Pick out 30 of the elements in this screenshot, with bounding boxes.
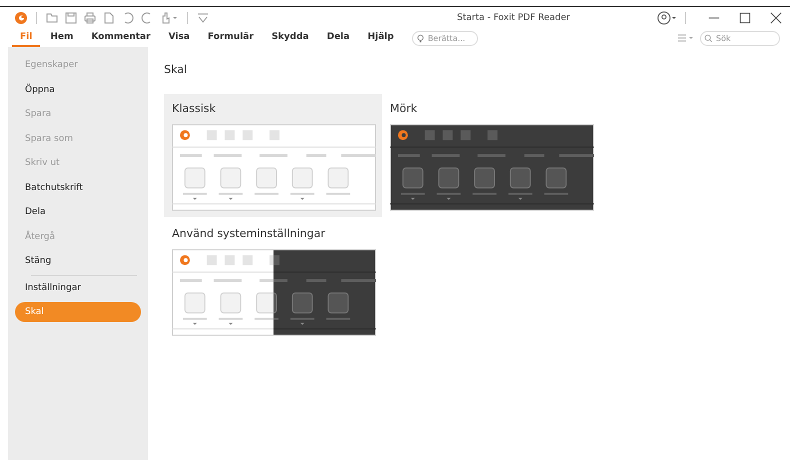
tell-me-field[interactable]: Berätta... — [412, 30, 478, 46]
lightbulb-icon — [416, 34, 425, 42]
theme-option[interactable]: Klassisk — [164, 94, 382, 217]
ribbon-tab[interactable]: Dela — [318, 30, 358, 46]
sidebar-item[interactable]: Batchutskrift — [15, 176, 141, 200]
folder-icon[interactable] — [45, 11, 59, 25]
app-logo-icon[interactable] — [14, 11, 28, 25]
close-icon[interactable] — [770, 12, 782, 24]
sidebar-item[interactable]: Stäng — [15, 249, 141, 274]
sidebar-item[interactable]: Dela — [15, 200, 141, 224]
ribbon-tab[interactable]: Skydda — [264, 30, 317, 46]
ribbon-tab[interactable]: Visa — [160, 30, 198, 46]
save-icon[interactable] — [64, 11, 78, 25]
ribbon-tab[interactable]: Hjälp — [360, 30, 402, 46]
theme-option[interactable]: Använd systeminställningar — [164, 219, 382, 342]
sidebar-item[interactable]: Inställningar — [15, 276, 141, 300]
account-icon[interactable] — [657, 11, 677, 25]
ribbon-tab[interactable]: Formulär — [200, 30, 262, 46]
window-title: Starta - Foxit PDF Reader — [456, 13, 572, 23]
ribbon-tab[interactable]: Hem — [42, 30, 82, 46]
search-field[interactable]: Sök — [700, 30, 780, 46]
customize-icon[interactable] — [196, 11, 210, 25]
theme-option[interactable]: Mörk — [382, 94, 600, 217]
document-icon[interactable] — [102, 11, 116, 25]
page-heading: Skal — [164, 63, 188, 76]
sidebar-item[interactable]: Öppna — [15, 78, 141, 102]
search-icon — [704, 34, 713, 42]
print-icon[interactable] — [83, 11, 97, 25]
ribbon-tab[interactable]: Kommentar — [83, 30, 158, 46]
maximize-icon[interactable] — [739, 12, 751, 24]
